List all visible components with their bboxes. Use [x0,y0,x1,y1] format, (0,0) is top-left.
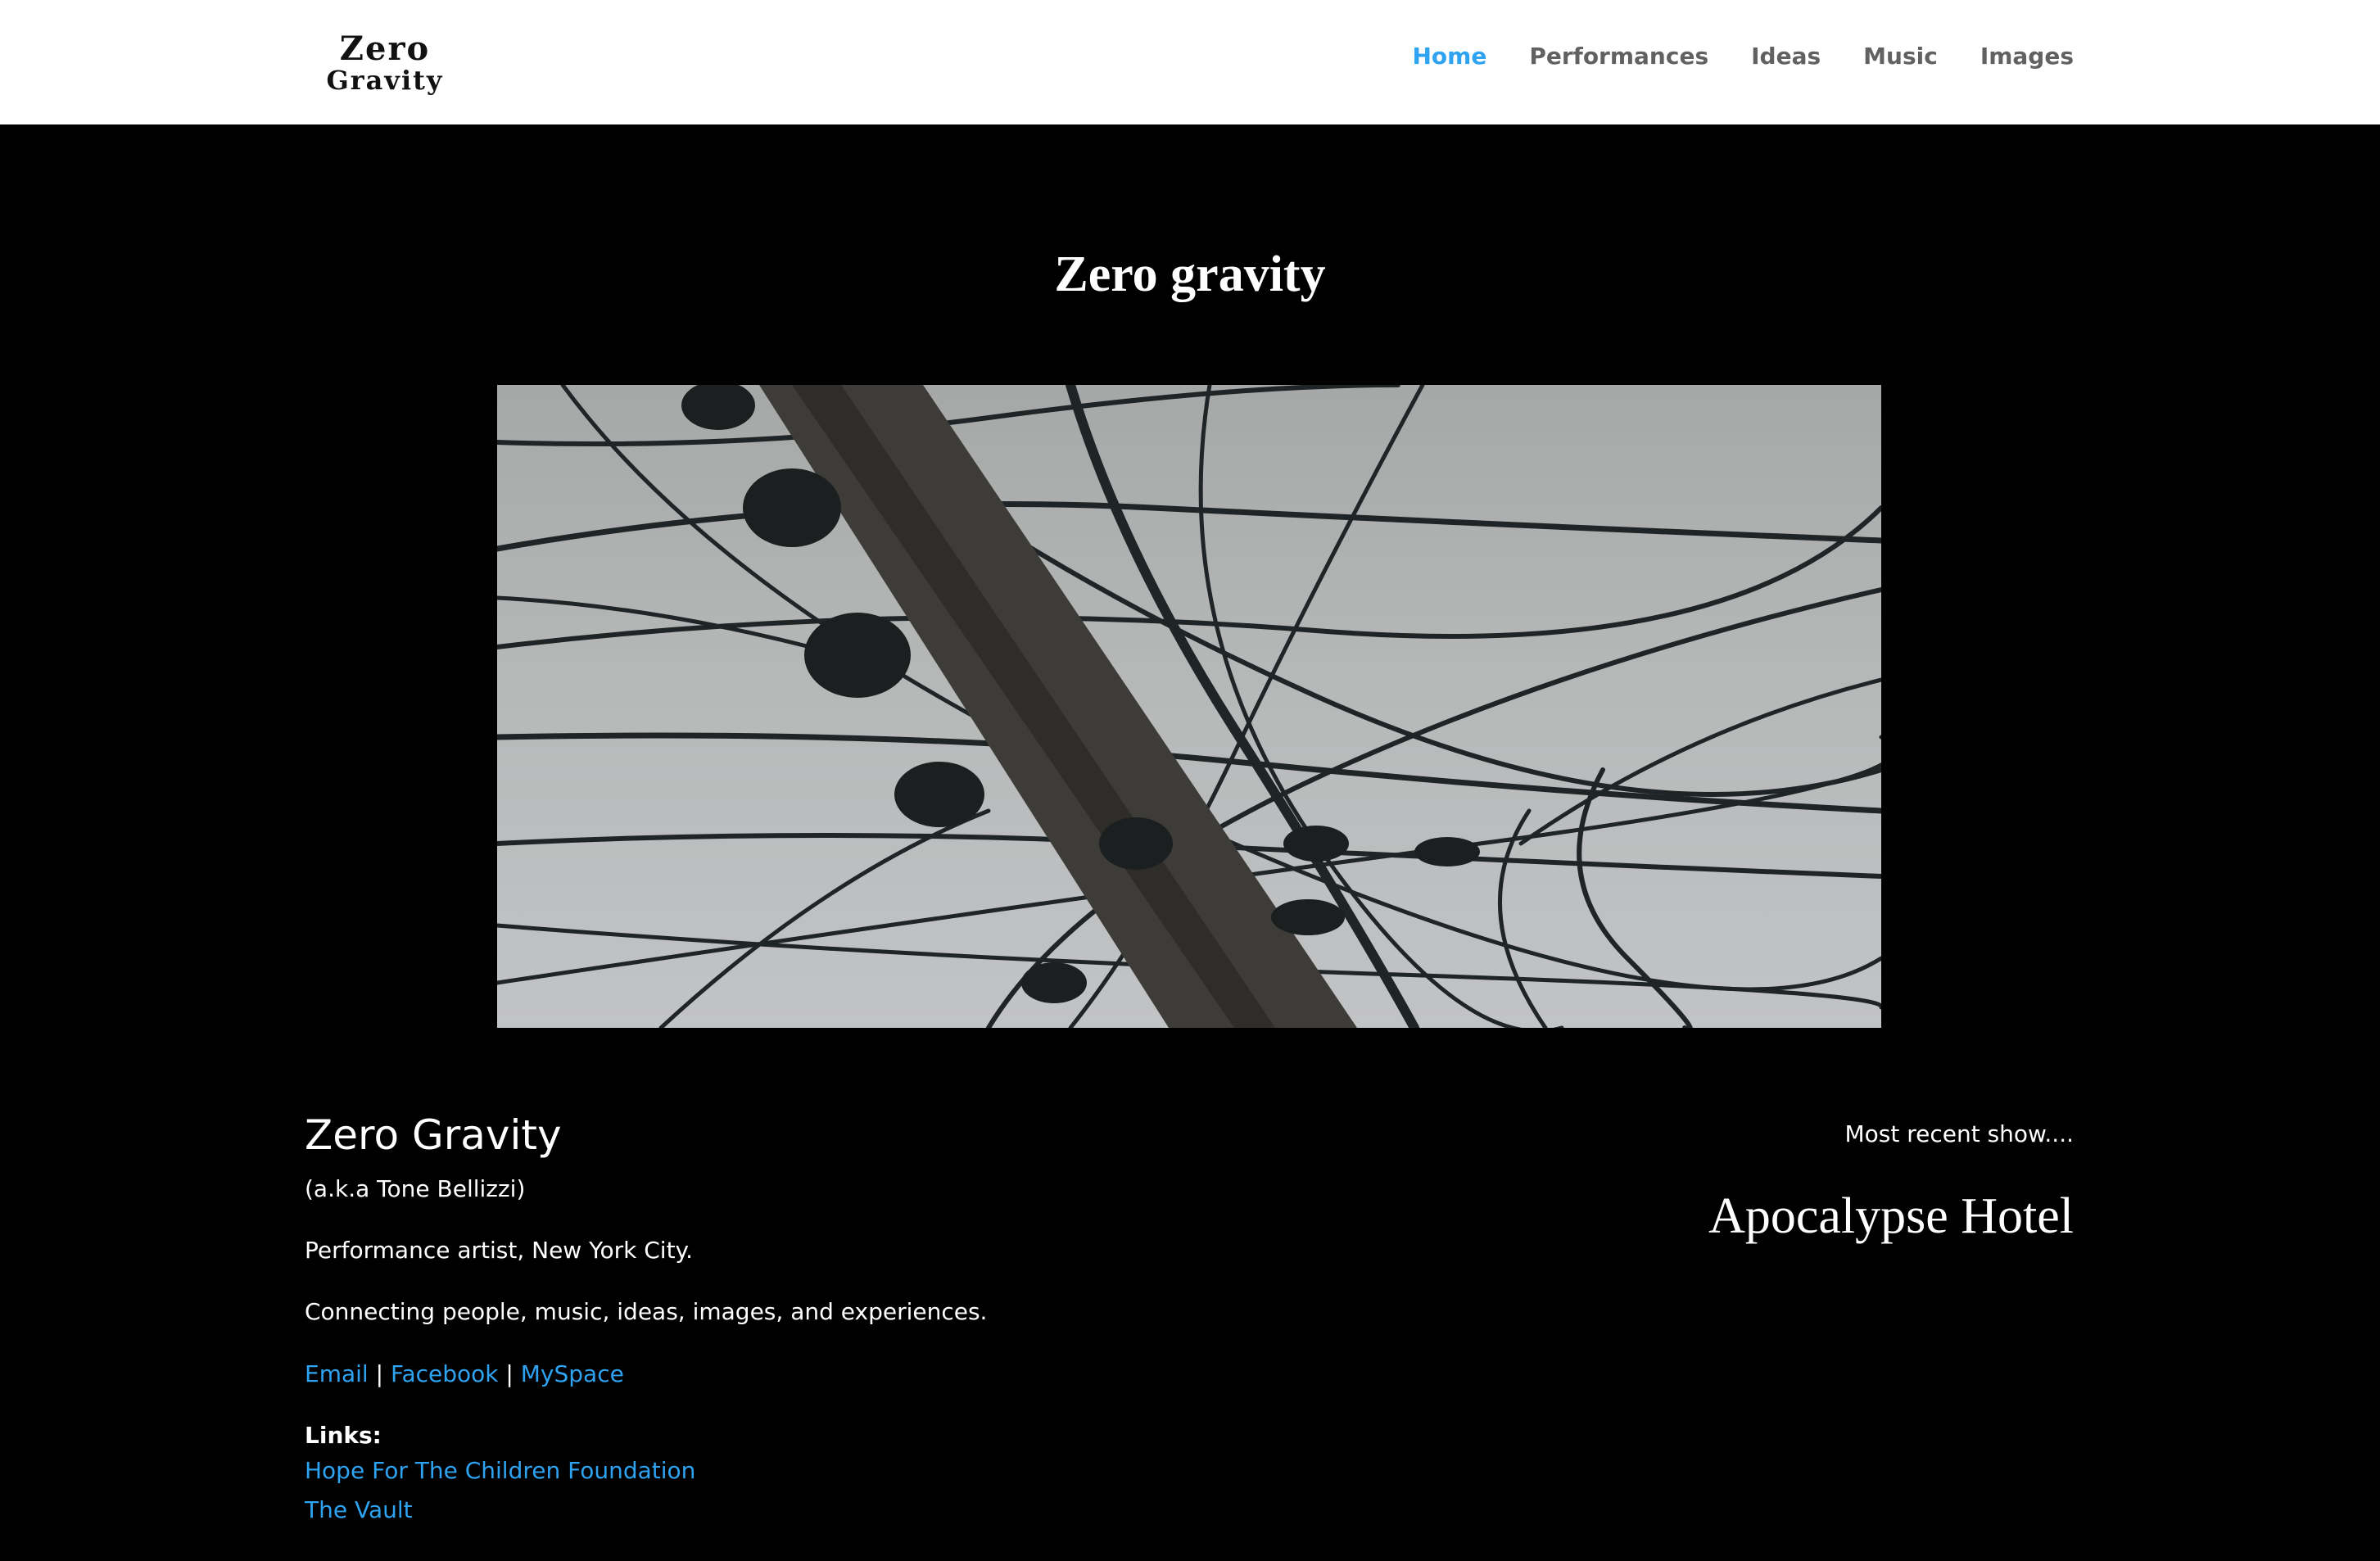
artist-tagline: Connecting people, music, ideas, images,… [305,1298,988,1326]
nav-home[interactable]: Home [1412,43,1486,70]
links-label: Links: [305,1421,382,1449]
power-lines-illustration [497,385,1881,1028]
external-links: Links: Hope For The Children Foundation … [305,1419,1451,1530]
link-hope-for-the-children[interactable]: Hope For The Children Foundation [305,1451,1451,1491]
artist-description: Performance artist, New York City. [305,1237,694,1265]
myspace-link[interactable]: MySpace [521,1360,624,1387]
nav-performances[interactable]: Performances [1529,43,1708,70]
nav-music[interactable]: Music [1863,43,1938,70]
nav-images[interactable]: Images [1980,43,2074,70]
about-section: Zero Gravity (a.k.a Tone Bellizzi) Perfo… [305,1111,1451,1530]
site-header: Zero Gravity Home Performances Ideas Mus… [0,0,2380,124]
facebook-link[interactable]: Facebook [391,1360,499,1387]
logo-line-1: Zero [339,29,431,68]
artist-name: Zero Gravity [305,1111,562,1159]
recent-show-section: Most recent show.... Apocalypse Hotel [1708,1118,2074,1247]
contact-links: Email | Facebook | MySpace [305,1358,1451,1390]
logo-line-2: Gravity [326,65,444,96]
link-the-vault[interactable]: The Vault [305,1491,1451,1530]
artist-aka: (a.k.a Tone Bellizzi) [305,1175,526,1202]
nav-ideas[interactable]: Ideas [1751,43,1821,70]
recent-show-label: Most recent show.... [1844,1120,2074,1147]
site-logo[interactable]: Zero Gravity [319,33,450,95]
separator: | [505,1360,514,1387]
recent-show-title[interactable]: Apocalypse Hotel [1708,1186,2074,1247]
hero-photo-power-lines [497,385,1881,1028]
separator: | [375,1360,384,1387]
hero-title: Zero gravity [1054,247,1326,302]
main-nav: Home Performances Ideas Music Images [1412,43,2074,70]
email-link[interactable]: Email [305,1360,369,1387]
